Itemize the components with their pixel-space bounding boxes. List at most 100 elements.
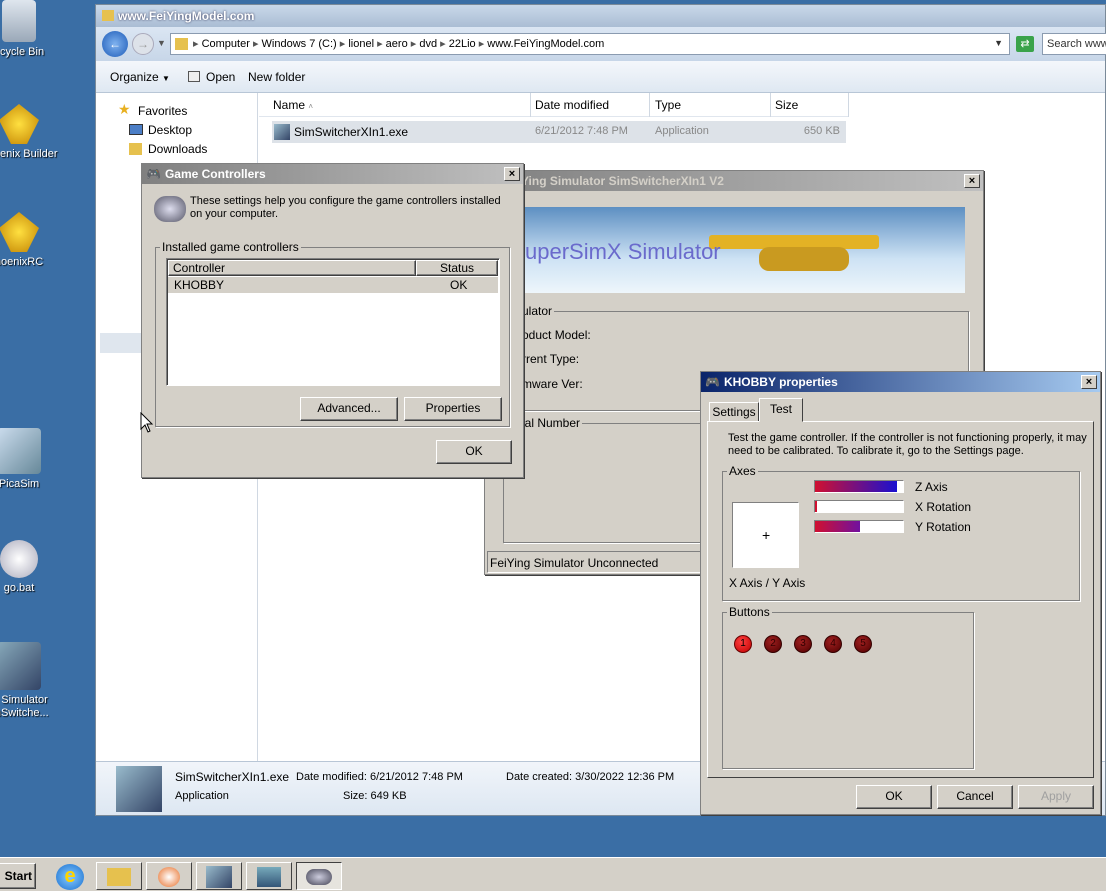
x-rotation-label: X Rotation — [915, 500, 972, 514]
banner-text: uperSimX Simulator — [525, 239, 721, 264]
back-button[interactable]: ← — [102, 31, 128, 57]
cancel-button[interactable]: Cancel — [937, 785, 1013, 809]
tab-test[interactable]: Test — [759, 398, 803, 422]
search-placeholder: Search www — [1047, 38, 1106, 50]
new-folder-button[interactable]: New folder — [248, 70, 305, 84]
apply-button[interactable]: Apply — [1018, 785, 1094, 809]
desktop-icon-label: go.bat — [3, 582, 35, 594]
button-indicator-4: 4 — [824, 635, 842, 653]
open-button[interactable]: Open — [206, 70, 235, 84]
star-icon: ★ — [118, 101, 131, 117]
tab-settings[interactable]: Settings — [709, 402, 759, 422]
axes-label: Axes — [727, 464, 758, 478]
breadcrumb-item[interactable]: aero — [386, 38, 408, 50]
details-size: Size: 649 KB — [343, 790, 407, 802]
controllers-list[interactable]: Controller Status KHOBBY OK — [166, 258, 500, 386]
advanced-button[interactable]: Advanced... — [300, 397, 398, 421]
address-bar[interactable]: ▸ Computer ▸ Windows 7 (C:) ▸ lionel ▸ a… — [170, 33, 1010, 55]
file-date: 6/21/2012 7:48 PM — [535, 125, 628, 137]
khobby-properties-titlebar: 🎮 KHOBBY properties — [701, 372, 1100, 392]
downloads-icon — [129, 143, 142, 155]
breadcrumb-item[interactable]: 22Lio — [449, 38, 476, 50]
desktop-icon-phoenixrc[interactable]: hoenixRC — [0, 212, 58, 268]
column-size[interactable]: Size — [775, 98, 798, 112]
close-icon[interactable]: × — [504, 167, 520, 181]
x-rotation-bar — [814, 500, 904, 513]
explorer-taskbar-button[interactable] — [96, 862, 142, 890]
game-controllers-titlebar: 🎮 Game Controllers — [142, 164, 523, 184]
forward-button[interactable]: → — [132, 33, 154, 55]
details-date-created: Date created: 3/30/2022 12:36 PM — [506, 771, 675, 783]
desktop-icon-picasim[interactable]: PicaSim — [0, 428, 58, 490]
breadcrumb-item[interactable]: Computer — [202, 38, 250, 50]
controller-row[interactable]: KHOBBY OK — [168, 277, 498, 293]
current-type-label: rrent Type: — [522, 352, 580, 366]
desktop-icon-go-bat[interactable]: go.bat — [0, 540, 58, 594]
close-icon[interactable]: × — [1081, 375, 1097, 389]
media-player-button[interactable] — [146, 862, 192, 890]
y-rotation-bar — [814, 520, 904, 533]
xy-crosshair: + — [762, 527, 771, 543]
button-indicator-3: 3 — [794, 635, 812, 653]
start-button[interactable]: Start — [0, 863, 36, 889]
close-icon[interactable]: × — [964, 174, 980, 188]
folder-icon — [102, 10, 114, 21]
desktop-icon-phoenix-builder[interactable]: Phoenix Builder — [0, 104, 58, 160]
controller-name: KHOBBY — [174, 278, 225, 292]
breadcrumb-item[interactable]: dvd — [419, 38, 437, 50]
taskbar: Start e — [0, 857, 1106, 891]
nav-desktop[interactable]: Desktop — [148, 123, 192, 137]
product-model-label: oduct Model: — [522, 328, 591, 342]
desktop-icon-recycle-bin[interactable]: ecycle Bin — [0, 0, 58, 58]
game-controllers-taskbar-button[interactable] — [296, 862, 342, 890]
column-label: Name — [273, 98, 306, 112]
column-divider[interactable] — [848, 93, 849, 117]
serial-number-label: ial Number — [520, 416, 583, 430]
desktop-icon-simswitcher[interactable]: C Simulator imSwitche... — [0, 642, 58, 720]
organize-label: Organize — [110, 70, 159, 84]
internet-explorer-icon[interactable]: e — [56, 864, 84, 890]
details-file-name: SimSwitcherXIn1.exe — [175, 770, 290, 784]
x-rotation-fill — [815, 501, 817, 512]
test-tab-panel: Test the game controller. If the control… — [707, 421, 1094, 778]
explorer-title: www.FeiYingModel.com — [118, 9, 255, 23]
file-row[interactable]: SimSwitcherXIn1.exe 6/21/2012 7:48 PM Ap… — [272, 121, 846, 143]
control-panel-button[interactable] — [246, 862, 292, 890]
column-type[interactable]: Type — [655, 98, 681, 112]
history-dropdown-icon[interactable]: ▼ — [157, 38, 166, 48]
game-controllers-dialog: 🎮 Game Controllers × These settings help… — [141, 163, 524, 478]
ok-button[interactable]: OK — [856, 785, 932, 809]
address-dropdown-icon[interactable]: ▼ — [994, 38, 1003, 48]
desktop-icon-label: hoenixRC — [0, 256, 44, 268]
refresh-button[interactable]: ⇄ — [1016, 36, 1034, 52]
column-name[interactable]: Name ˄ — [273, 98, 313, 112]
gamepad-icon — [306, 869, 332, 885]
column-date-modified[interactable]: Date modified — [535, 98, 609, 112]
breadcrumb-item[interactable]: lionel — [348, 38, 374, 50]
column-controller[interactable]: Controller — [168, 260, 416, 276]
column-divider[interactable] — [530, 93, 531, 117]
organize-button[interactable]: Organize ▼ — [110, 70, 170, 84]
gear-icon — [0, 540, 38, 578]
simulator-group-label: ulator — [520, 304, 555, 318]
simswitcher-taskbar-button[interactable] — [196, 862, 242, 890]
column-divider[interactable] — [649, 93, 650, 117]
z-axis-bar — [814, 480, 904, 493]
address-row: ← → ▼ ▸ Computer ▸ Windows 7 (C:) ▸ lion… — [96, 27, 1106, 61]
breadcrumb-item[interactable]: Windows 7 (C:) — [262, 38, 337, 50]
column-divider[interactable] — [770, 93, 771, 117]
ok-button[interactable]: OK — [436, 440, 512, 464]
nav-favorites[interactable]: Favorites — [138, 104, 187, 118]
file-type: Application — [655, 125, 709, 137]
buttons-group: Buttons 1 2 3 4 5 — [722, 605, 974, 769]
column-status[interactable]: Status — [416, 260, 498, 276]
application-icon — [274, 124, 290, 140]
properties-button[interactable]: Properties — [404, 397, 502, 421]
installed-controllers-group: Installed game controllers Controller St… — [155, 240, 510, 427]
open-icon — [188, 71, 200, 82]
search-input[interactable]: Search www — [1042, 33, 1106, 55]
folder-icon — [107, 868, 131, 886]
nav-downloads[interactable]: Downloads — [148, 142, 207, 156]
breadcrumb-item[interactable]: www.FeiYingModel.com — [487, 38, 604, 50]
button-indicator-5: 5 — [854, 635, 872, 653]
